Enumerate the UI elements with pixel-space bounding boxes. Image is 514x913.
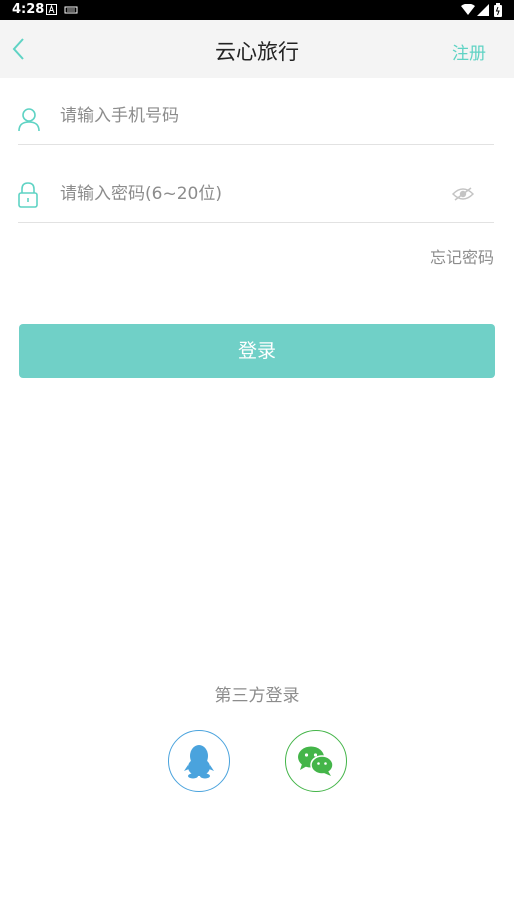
phone-input[interactable]	[58, 98, 442, 134]
status-bar: 4:28	[0, 0, 514, 20]
notification-keyboard-icon	[64, 4, 78, 20]
login-button[interactable]: 登录	[19, 324, 495, 378]
user-icon	[18, 106, 40, 136]
eye-hidden-icon	[451, 187, 475, 201]
wechat-login-button[interactable]	[285, 730, 347, 792]
signal-icon	[477, 4, 489, 20]
lock-icon	[18, 181, 38, 213]
password-input[interactable]	[58, 176, 442, 212]
toggle-password-visibility-button[interactable]	[451, 186, 475, 206]
wechat-icon	[298, 746, 334, 776]
password-field	[18, 162, 494, 223]
register-link[interactable]: 注册	[452, 39, 486, 64]
forgot-password-link[interactable]: 忘记密码	[430, 244, 494, 268]
status-time: 4:28	[12, 2, 45, 17]
qq-penguin-icon	[184, 745, 214, 779]
battery-icon	[494, 3, 502, 21]
app-bar: 云心旅行 注册	[0, 20, 514, 78]
page-title: 云心旅行	[215, 40, 299, 64]
notification-a-icon	[46, 4, 58, 20]
phone-field	[18, 84, 494, 145]
wifi-icon	[461, 3, 475, 20]
qq-login-button[interactable]	[168, 730, 230, 792]
third-party-login-title: 第三方登录	[214, 686, 300, 706]
